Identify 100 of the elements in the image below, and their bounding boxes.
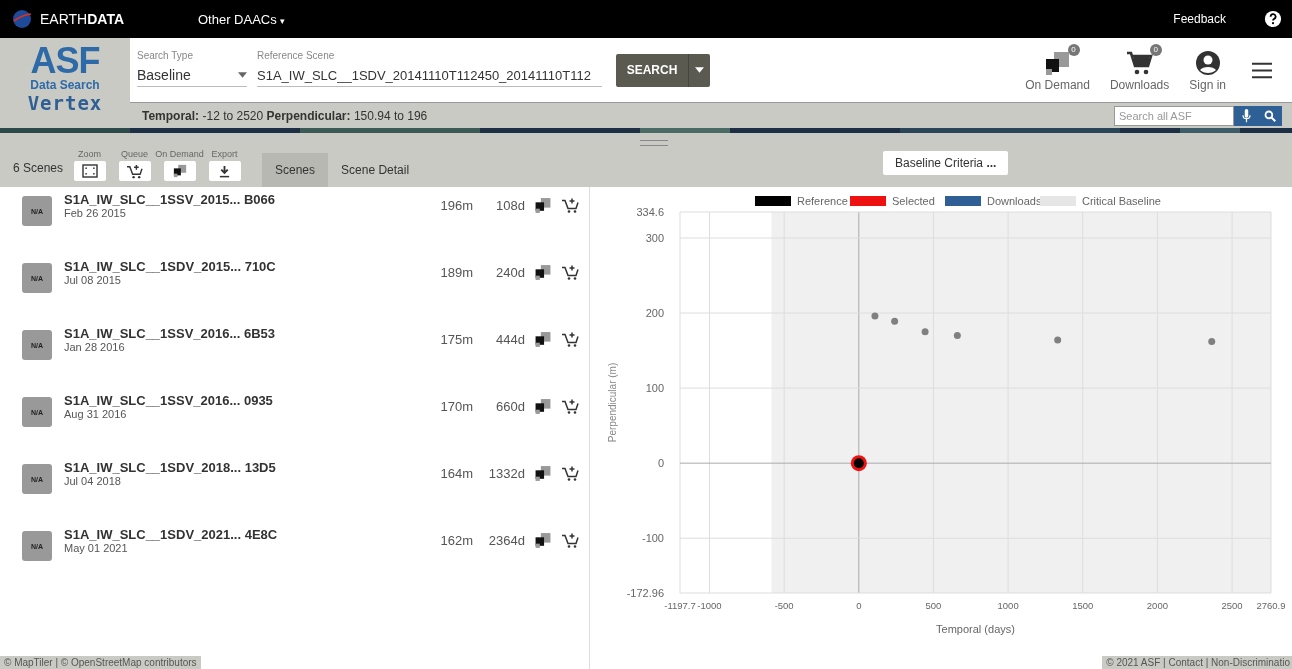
add-to-cart-icon[interactable] [561, 532, 579, 549]
resize-handle[interactable] [640, 140, 668, 146]
caret-icon [695, 67, 704, 74]
y-tick-label: 300 [645, 231, 664, 244]
legend-swatch [850, 196, 886, 206]
other-daacs-menu[interactable]: Other DAACs ▾ [198, 11, 286, 27]
y-tick-label: 0 [657, 457, 664, 470]
add-to-cart-icon[interactable] [561, 264, 579, 281]
x-tick-label: -1000 [697, 600, 722, 611]
legend-label: Critical Baseline [1082, 195, 1161, 207]
scene-date: May 01 2021 [64, 542, 129, 554]
x-tick-label: 1500 [1072, 600, 1094, 611]
temporal-baseline: 1332d [487, 466, 525, 481]
temporal-baseline: 444d [495, 332, 525, 347]
y-tick-label: 200 [645, 307, 664, 320]
perpendicular-baseline: 175m [439, 332, 473, 347]
add-to-cart-icon[interactable] [561, 398, 579, 415]
legend-label: Selected [892, 195, 935, 207]
stacked-squares-icon[interactable] [534, 532, 552, 549]
stacked-squares-icon [172, 164, 187, 178]
zoom-frame-icon [81, 164, 98, 178]
nasa-logo-icon [12, 9, 32, 29]
microphone-button[interactable] [1234, 105, 1258, 126]
header-action[interactable]: Sign in [1189, 48, 1226, 93]
baseline-criteria-button[interactable]: Baseline Criteria ... [883, 151, 1009, 175]
search-options-button[interactable] [688, 53, 710, 87]
scene-date: Aug 31 2016 [64, 408, 128, 420]
tool-button[interactable] [208, 161, 241, 181]
stacked-squares-icon[interactable] [534, 197, 552, 214]
x-tick-label: 1000 [997, 600, 1019, 611]
scene-count: 6 Scenes [13, 161, 65, 175]
y-axis-title: Perpendicular (m) [607, 362, 618, 443]
search-icon[interactable] [1258, 105, 1282, 126]
scene-date: Jan 28 2016 [64, 341, 126, 353]
stacked-squares-icon [1043, 49, 1072, 78]
legend-label: Reference [797, 195, 848, 207]
tool-label: Zoom [78, 149, 101, 161]
user-icon [1193, 49, 1222, 78]
field-label: Search Type [137, 50, 194, 63]
field-label: Reference Scene [257, 50, 336, 63]
stacked-squares-icon[interactable] [534, 264, 552, 281]
add-to-cart-icon[interactable] [561, 465, 579, 482]
feedback-link[interactable]: Feedback [1173, 12, 1226, 26]
map-attribution: © MapTiler | © OpenStreetMap contributors [0, 656, 201, 669]
legend-swatch [755, 196, 791, 206]
download-icon [218, 164, 231, 178]
x-axis-title: Temporal (days) [936, 623, 1015, 635]
earthdata-brand[interactable]: EARTHDATA [40, 11, 190, 27]
y-tick-label: 100 [645, 382, 664, 395]
temporal-baseline: 660d [495, 399, 525, 414]
x-tick-label: -1197.7 [664, 600, 696, 611]
footer-links: © 2021 ASF | Contact | Non-Discriminatio [1102, 656, 1292, 669]
tool-button[interactable] [118, 161, 151, 181]
y-tick-label: -172.96 [626, 587, 664, 599]
count-badge: 0 [1067, 44, 1080, 57]
temporal-baseline: 2364d [487, 533, 525, 548]
scene-date: Feb 26 2015 [64, 207, 127, 219]
scene-name[interactable]: S1A_IW_SLC__1SDV_2015... 710C [64, 259, 276, 274]
legend-label: Downloads [987, 195, 1042, 207]
view-tab[interactable]: Scene Detail [328, 153, 423, 187]
y-tick-label: -100 [641, 532, 664, 545]
tool-label: On Demand [155, 149, 204, 161]
view-tab[interactable]: Scenes [262, 153, 329, 187]
x-tick-label: 2500 [1221, 600, 1243, 611]
add-to-cart-icon [126, 163, 143, 179]
x-tick-label: -500 [774, 600, 794, 611]
dropdown-caret-icon [238, 72, 247, 78]
x-tick-label: 2000 [1146, 600, 1168, 611]
search-button[interactable]: SEARCH [616, 53, 688, 87]
perpendicular-baseline: 170m [439, 399, 473, 414]
scene-date: Jul 08 2015 [64, 274, 122, 286]
scene-name[interactable]: S1A_IW_SLC__1SSV_2016... 0935 [64, 393, 273, 408]
logo-subtitle: Data Search [30, 78, 100, 92]
stacked-squares-icon[interactable] [534, 398, 552, 415]
search-glyph-icon [1264, 108, 1276, 123]
search-filters-summary: Temporal: -12 to 2520 Perpendicular: 150.94 to 196 [142, 108, 428, 123]
perpendicular-baseline: 189m [439, 265, 473, 280]
add-to-cart-icon[interactable] [561, 331, 579, 348]
scene-name[interactable]: S1A_IW_SLC__1SDV_2018... 13D5 [64, 460, 276, 475]
menu-icon[interactable] [1252, 61, 1272, 79]
site-search-field[interactable]: Search all ASF [1114, 105, 1234, 126]
vertex-logo: Vertex [27, 92, 103, 114]
count-badge: 0 [1149, 44, 1162, 57]
perpendicular-baseline: 162m [439, 533, 473, 548]
x-tick-label: 2760.9 [1256, 600, 1286, 611]
x-tick-label: 500 [925, 600, 942, 611]
tool-button[interactable] [163, 161, 196, 181]
help-icon[interactable] [1264, 10, 1282, 28]
tool-label: Queue [121, 149, 148, 161]
x-tick-label: 0 [856, 600, 862, 611]
stacked-squares-icon[interactable] [534, 465, 552, 482]
temporal-baseline: 240d [495, 265, 525, 280]
scene-name[interactable]: S1A_IW_SLC__1SDV_2021... 4E8C [64, 527, 278, 542]
scene-name[interactable]: S1A_IW_SLC__1SSV_2016... 6B53 [64, 326, 275, 341]
perpendicular-baseline: 196m [439, 198, 473, 213]
scene-name[interactable]: S1A_IW_SLC__1SSV_2015... B066 [64, 192, 275, 207]
add-to-cart-icon[interactable] [561, 197, 579, 214]
stacked-squares-icon[interactable] [534, 331, 552, 348]
search-type-dropdown[interactable]: Baseline [137, 64, 247, 87]
temporal-baseline: 108d [495, 198, 525, 213]
